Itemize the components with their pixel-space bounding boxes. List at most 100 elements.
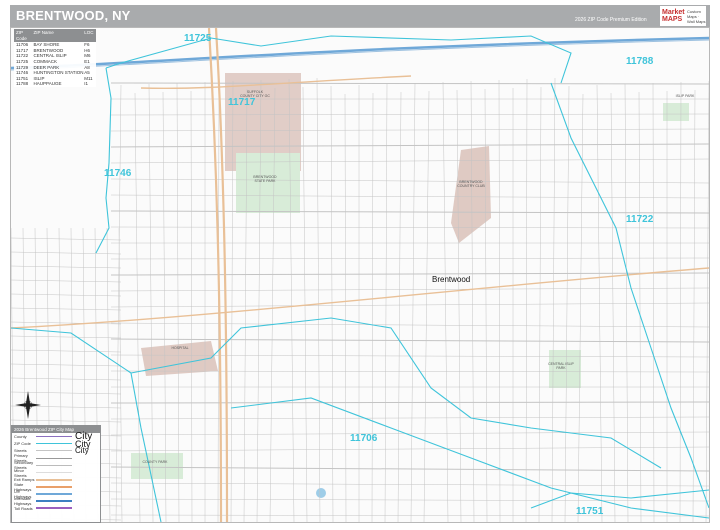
legend-item-label: County xyxy=(14,434,27,440)
legend-item-label: Interstate Highways xyxy=(14,496,32,507)
legend-symbol xyxy=(36,450,72,452)
poi-islip-park: ISLIP PARK xyxy=(675,94,695,98)
compass-rose xyxy=(14,390,42,420)
street-segment xyxy=(110,416,709,420)
street-segment xyxy=(679,81,682,522)
state-highway-east xyxy=(11,267,709,329)
street-segment xyxy=(110,514,709,517)
street-segment xyxy=(110,226,709,229)
street-segment xyxy=(11,265,122,269)
street-segment xyxy=(498,79,501,522)
legend-symbol xyxy=(36,436,72,438)
street-segment xyxy=(11,363,122,367)
street-segment xyxy=(11,251,122,255)
street-segment xyxy=(624,83,629,522)
street-segment xyxy=(110,338,709,343)
street-segment xyxy=(11,279,122,283)
map-area[interactable] xyxy=(10,27,710,523)
zip-table-cell: I1 xyxy=(84,81,89,87)
street-segment xyxy=(110,466,709,472)
street-segment xyxy=(115,84,122,522)
legend-item-label: Toll Roads xyxy=(14,505,33,511)
zip-table-col-zip: ZIP Code xyxy=(16,30,27,41)
street-segment xyxy=(110,194,709,199)
street-segment xyxy=(384,83,388,522)
legend-item: Toll Roads xyxy=(12,505,100,512)
street-segment xyxy=(110,82,709,85)
street-segment xyxy=(423,90,430,522)
zip-table-col-name: ZIP Name xyxy=(33,30,54,35)
street-segment xyxy=(110,322,709,328)
zip-label-11746: 11746 xyxy=(104,168,132,179)
zip-table-cell: HAUPPAUGE xyxy=(33,81,62,87)
legend-symbol xyxy=(36,478,72,481)
zip-table-body: 11706 BAY SHORE F6 11717 BRENTWOOD H6 11722 CEN… xyxy=(14,42,96,87)
zip-boundary-11717-west xyxy=(95,67,112,254)
town-label-brentwood: Brentwood xyxy=(432,275,471,284)
street-segment xyxy=(110,143,709,148)
zip-table-row: 11788 HAUPPAUGE I1 xyxy=(14,81,96,87)
legend-symbol xyxy=(36,493,72,496)
legend-symbol xyxy=(36,507,72,510)
street-segment xyxy=(11,293,122,297)
expressway-north-inner xyxy=(11,39,709,71)
legend-symbol xyxy=(36,485,72,488)
edition-label: 2026 ZIP Code Premium Edition xyxy=(575,17,647,23)
street-segment xyxy=(397,91,402,522)
street-segment xyxy=(371,92,374,522)
street-segment xyxy=(638,91,642,522)
street-segment xyxy=(11,377,122,381)
county-park-area xyxy=(131,453,183,479)
street-segment xyxy=(692,89,696,522)
street-segment xyxy=(11,237,122,241)
legend-symbol xyxy=(36,443,72,445)
map-canvas[interactable] xyxy=(11,28,709,522)
pond-water xyxy=(316,488,326,498)
map-title: BRENTWOOD, NY xyxy=(16,8,131,23)
map-header: BRENTWOOD, NY 2026 ZIP Code Premium Edit… xyxy=(10,5,710,27)
street-segment xyxy=(110,302,709,308)
street-segment xyxy=(110,446,709,452)
street-segment xyxy=(538,86,542,522)
street-segment xyxy=(110,128,709,132)
street-segment xyxy=(330,85,334,522)
zip-table-header: ZIP Code ZIP Name LOC xyxy=(14,29,96,43)
zip-label-11706: 11706 xyxy=(350,433,378,444)
zip-label-11751: 11751 xyxy=(576,506,604,517)
legend-symbol xyxy=(36,500,72,503)
street-segment xyxy=(110,482,709,487)
poi-country-club: BRENTWOOD COUNTRY CLUB xyxy=(457,180,485,188)
zip-label-11725: 11725 xyxy=(184,33,212,44)
street-segment xyxy=(110,158,709,164)
zip-boundary-11722 xyxy=(550,82,709,509)
legend-item-label: ZIP Code xyxy=(14,441,31,447)
poi-county-park: COUNTY PARK xyxy=(142,460,168,464)
street-segment xyxy=(110,498,709,502)
street-segment xyxy=(705,80,709,522)
street-segment xyxy=(316,77,321,522)
legend-symbol xyxy=(36,457,72,459)
legend-symbol xyxy=(36,464,72,466)
street-segment xyxy=(11,335,122,339)
street-segment xyxy=(110,287,709,292)
street-segment xyxy=(442,81,449,522)
zip-label-11722: 11722 xyxy=(626,214,654,225)
map-legend: 2026 Brentwood ZIP City Map County City ZI… xyxy=(11,425,101,523)
legend-city-sample: City xyxy=(75,446,89,456)
poi-state-park: BRENTWOOD STATE PARK xyxy=(253,175,277,183)
street-segment xyxy=(110,257,709,260)
street-segment xyxy=(11,419,122,423)
poi-suffolk-institution: SUFFOLK COUNTY CITY GC xyxy=(240,90,270,98)
street-segment xyxy=(110,113,709,116)
legend-item: Interstate Highways xyxy=(12,496,100,507)
street-segment xyxy=(110,210,709,214)
street-segment xyxy=(610,92,616,522)
zip-label-11717: 11717 xyxy=(228,97,256,108)
street-segment xyxy=(652,82,655,522)
zip-code-table: ZIP Code ZIP Name LOC 11706 BAY SHORE F6 11… xyxy=(14,29,96,87)
poi-hospital: HOSPITAL xyxy=(171,346,189,350)
street-segment xyxy=(11,349,122,353)
street-segment xyxy=(525,78,528,522)
zip-label-11788: 11788 xyxy=(626,56,654,67)
street-segment xyxy=(344,93,347,522)
